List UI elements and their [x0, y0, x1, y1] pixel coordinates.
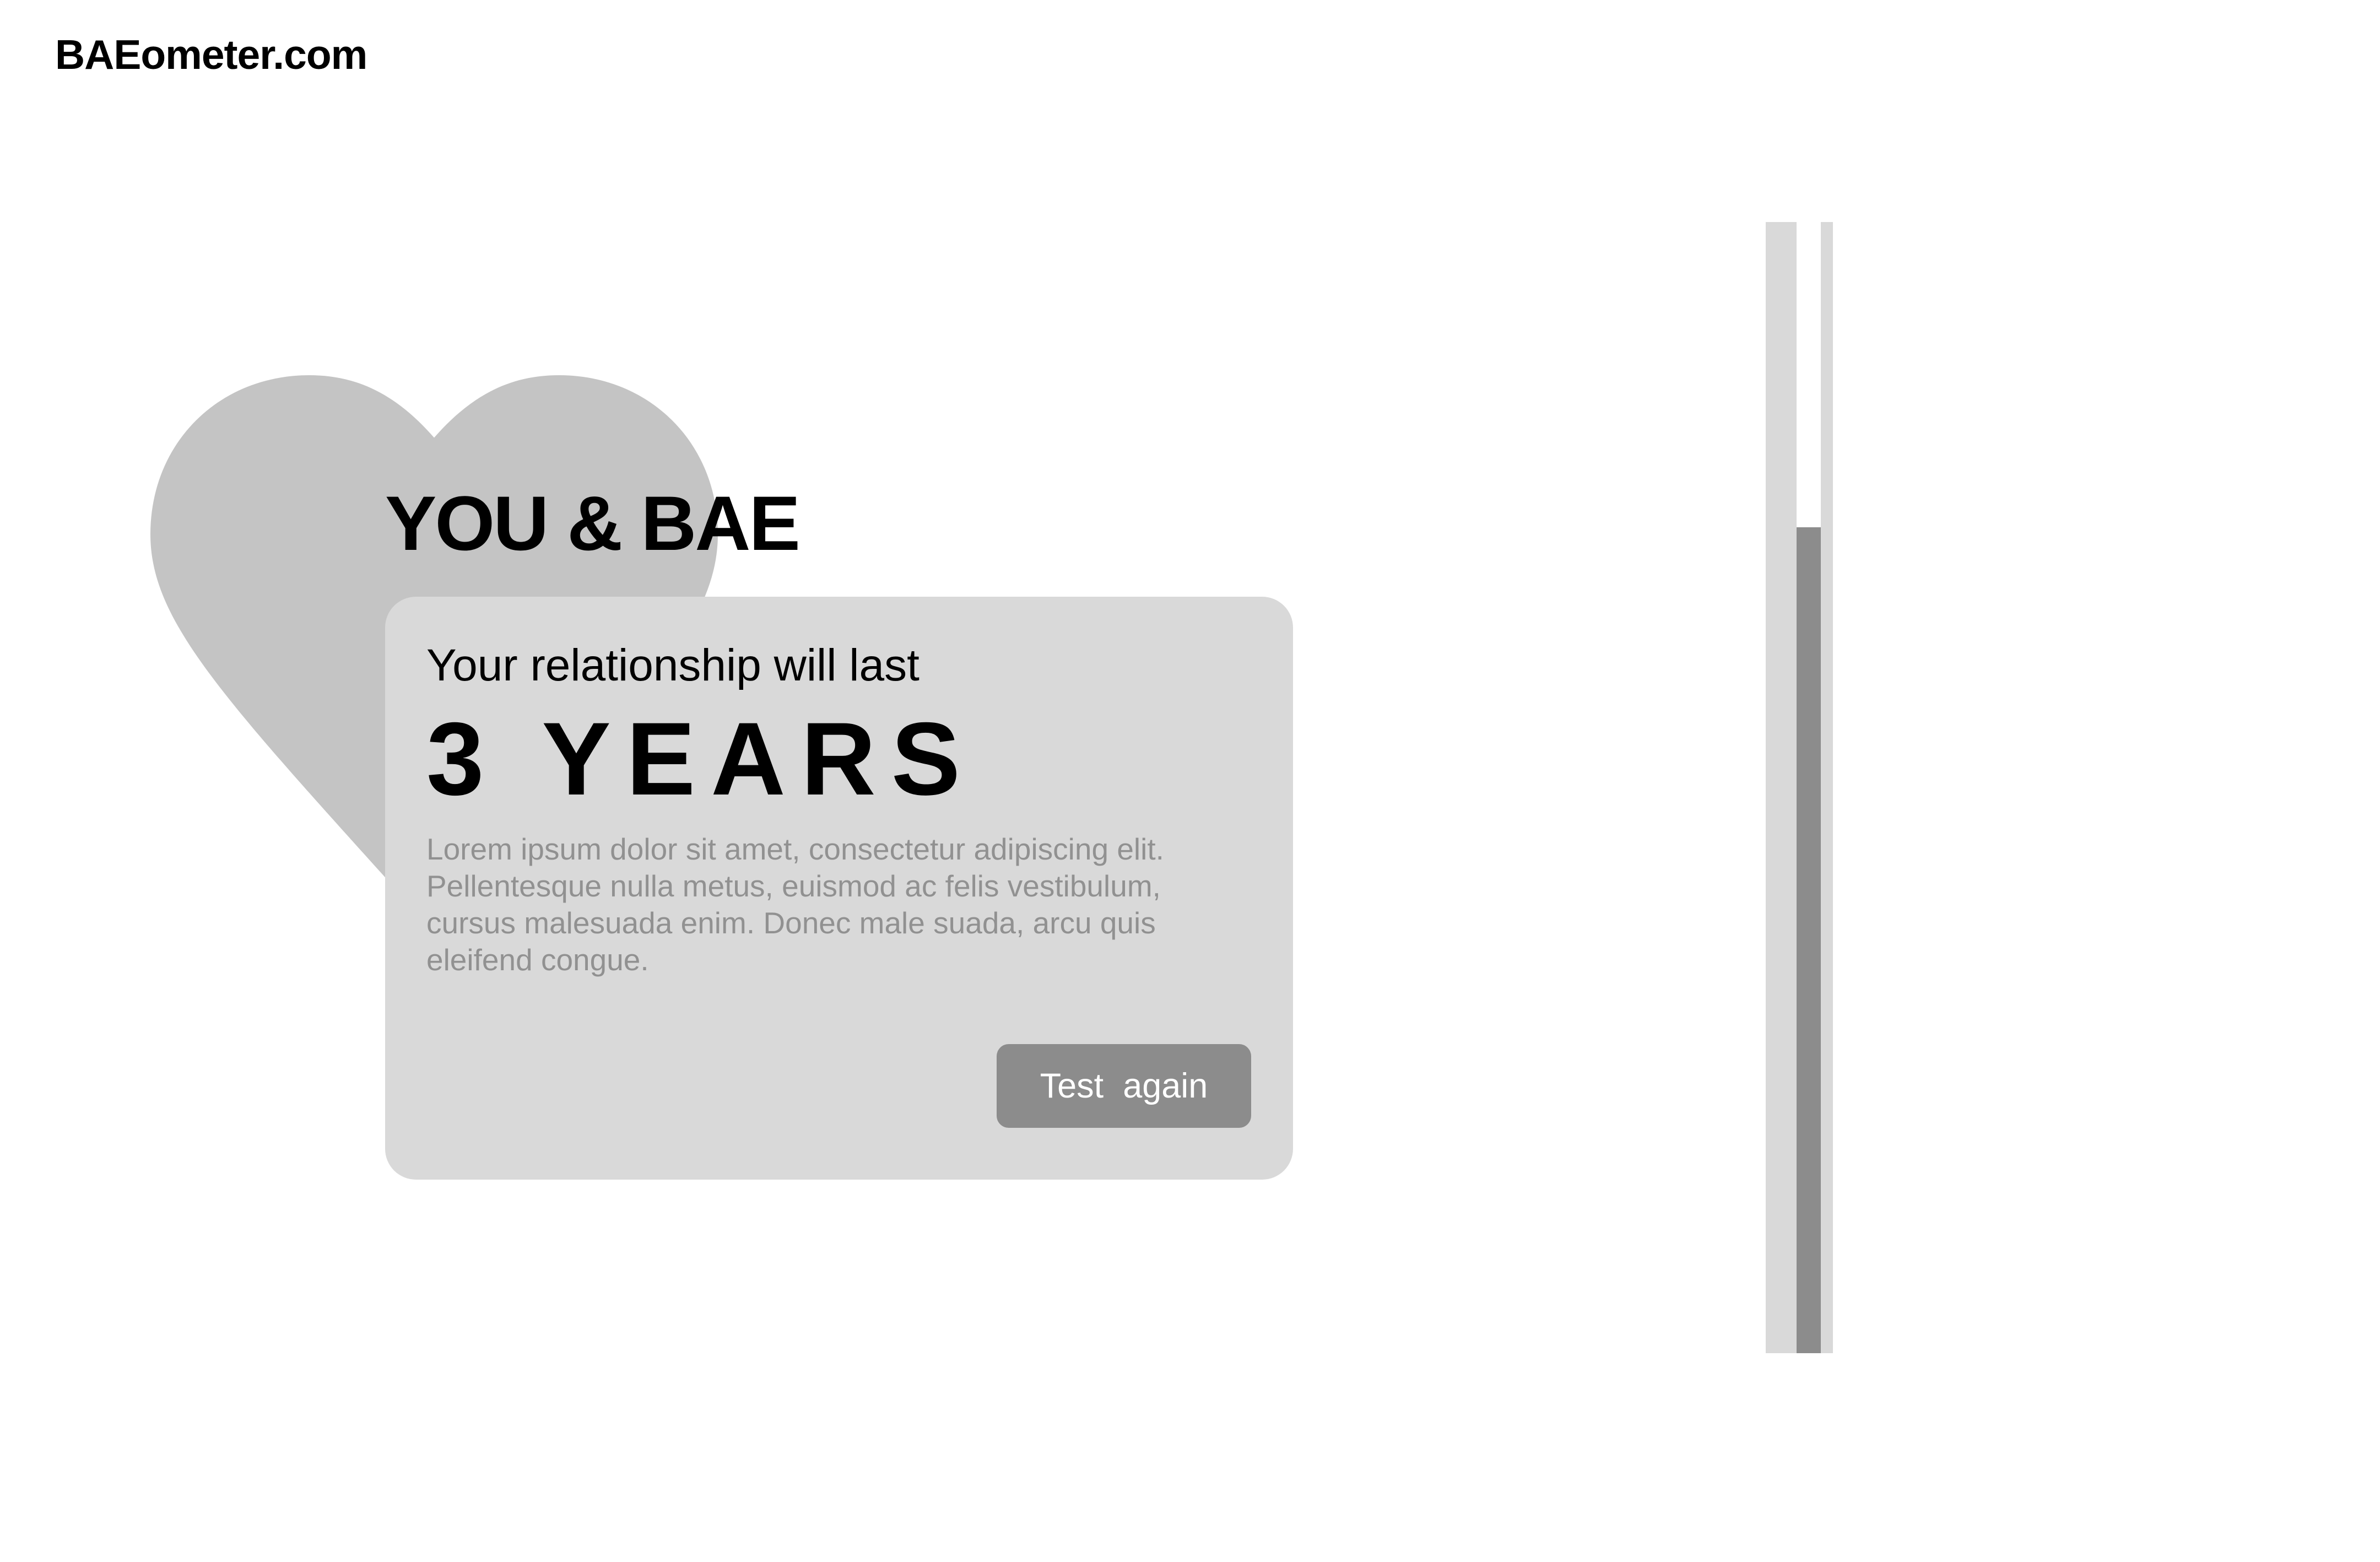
test-again-button[interactable]: Test again [997, 1044, 1251, 1128]
page-title: YOU & BAE [385, 480, 800, 566]
result-value: 3 YEARS [426, 701, 976, 817]
result-subtitle: Your relationship will last [426, 640, 919, 690]
result-card: Your relationship will last 3 YEARS Lore… [385, 597, 1293, 1180]
meter-track [1797, 222, 1821, 1353]
result-description: Lorem ipsum dolor sit amet, consectetur … [426, 832, 1164, 977]
site-logo[interactable]: BAEometer.com [55, 34, 367, 75]
relationship-meter [1766, 222, 1833, 1353]
meter-fill [1797, 527, 1821, 1353]
